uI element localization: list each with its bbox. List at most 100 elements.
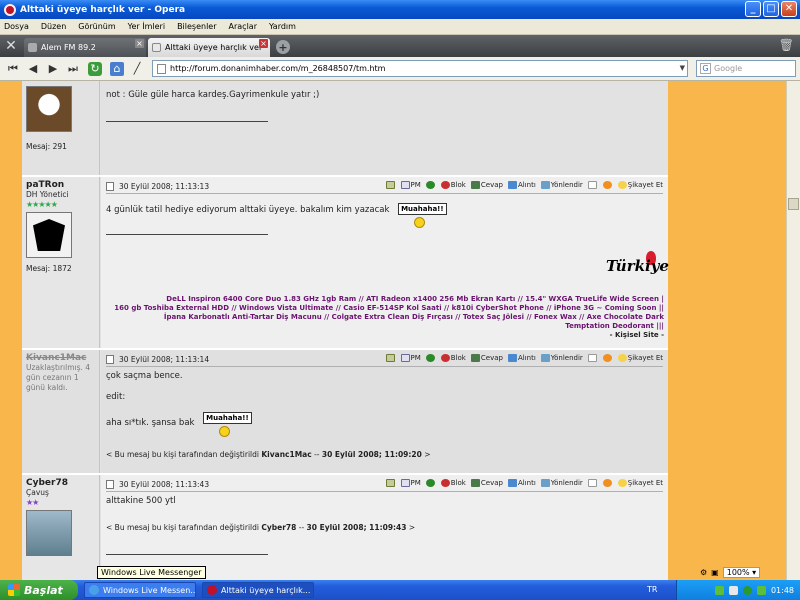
report-button[interactable]: Şikayet Et: [617, 181, 663, 189]
report-button[interactable]: Şikayet Et: [617, 354, 663, 362]
tab-alttaki-uyeye[interactable]: Alttaki üyeye harçlık ver ×: [148, 38, 270, 57]
page-button[interactable]: [587, 479, 598, 487]
muahaha-smiley-icon: Muahaha!!: [203, 412, 252, 437]
forward-icon: [540, 479, 550, 487]
forum-post: Mesaj: 291 not : Güle güle harca kardeş.…: [22, 81, 668, 175]
warn-button[interactable]: [602, 479, 613, 487]
forward-button[interactable]: Yönlendir: [540, 354, 583, 362]
tab-close-icon[interactable]: ×: [135, 39, 144, 48]
tools-icon[interactable]: ✕: [0, 35, 22, 57]
volume-icon[interactable]: [728, 585, 738, 595]
user-title: Çavuş: [26, 488, 49, 497]
search-input[interactable]: G Google: [696, 60, 796, 77]
menu-dosya[interactable]: Dosya: [4, 22, 29, 31]
username[interactable]: paTRon: [26, 180, 95, 190]
pm-button[interactable]: PM: [400, 181, 421, 189]
message-count: Mesaj: 1872: [26, 264, 72, 273]
reply-button[interactable]: Cevap: [470, 354, 503, 362]
close-button[interactable]: ✕: [781, 1, 797, 17]
new-tab-button[interactable]: +: [276, 40, 290, 54]
pm-button[interactable]: PM: [400, 354, 421, 362]
quote-button[interactable]: Alıntı: [507, 181, 536, 189]
report-button[interactable]: Şikayet Et: [617, 479, 663, 487]
back-icon[interactable]: ◀: [24, 60, 42, 78]
user-column: Kivanc1Mac Uzaklaştırılmış. 4 gün cezanı…: [22, 350, 100, 473]
taskbar-item-opera[interactable]: Alttaki üyeye harçlık...: [202, 582, 314, 598]
quote-label: Alıntı: [517, 354, 536, 362]
warn-button[interactable]: [602, 181, 613, 189]
add-friend-button[interactable]: [425, 479, 436, 487]
minimize-button[interactable]: _: [745, 1, 761, 17]
edit-note-prefix: < Bu mesaj bu kişi tarafından değiştiril…: [106, 523, 262, 532]
block-button[interactable]: Blok: [440, 181, 466, 189]
block-button[interactable]: Blok: [440, 479, 466, 487]
autobot-logo-icon: [33, 219, 65, 251]
add-friend-button[interactable]: [425, 181, 436, 189]
post-text: çok saçma bence.: [106, 371, 183, 381]
reload-icon[interactable]: ↻: [88, 61, 102, 76]
forward-icon: [540, 181, 550, 189]
clock: 01:48: [770, 585, 794, 595]
language-indicator[interactable]: TR: [647, 585, 657, 594]
email-button[interactable]: [385, 354, 396, 362]
rewind-icon[interactable]: ⏮: [4, 60, 22, 78]
block-button[interactable]: Blok: [440, 354, 466, 362]
email-button[interactable]: [385, 479, 396, 487]
warn-button[interactable]: [602, 354, 613, 362]
page-button[interactable]: [587, 181, 598, 189]
add-friend-icon: [425, 181, 435, 189]
messenger-tray-icon[interactable]: [742, 585, 752, 595]
fast-forward-icon[interactable]: ⏭: [64, 60, 82, 78]
task-label: Windows Live Messen...: [103, 585, 196, 595]
menu-yer-imleri[interactable]: Yer İmleri: [128, 22, 165, 31]
panel-icon[interactable]: ⚙: [700, 568, 707, 577]
personal-site-link[interactable]: - Kişisel Site -: [104, 331, 664, 340]
forum-post: paTRon DH Yönetici ★★★★★ Mesaj: 1872 30 …: [22, 175, 669, 348]
home-icon[interactable]: ⌂: [110, 61, 124, 76]
view-icon[interactable]: ▣: [711, 568, 719, 577]
zoom-select[interactable]: 100% ▾: [722, 566, 761, 578]
taskbar-item-messenger[interactable]: Windows Live Messen...: [84, 582, 196, 598]
tab-close-icon[interactable]: ×: [259, 39, 268, 48]
reply-button[interactable]: Cevap: [470, 479, 503, 487]
vertical-scrollbar[interactable]: [786, 81, 800, 580]
maximize-button[interactable]: □: [763, 1, 779, 17]
page-favicon-icon: [152, 43, 161, 52]
pm-icon: [400, 181, 410, 189]
menu-bilesenler[interactable]: Bileşenler: [177, 22, 216, 31]
forward-button[interactable]: Yönlendir: [540, 181, 583, 189]
forward-button[interactable]: Yönlendir: [540, 479, 583, 487]
post-text: not : Güle güle harca kardeş.Gayrimenkul…: [106, 90, 320, 100]
scrollbar-thumb[interactable]: [788, 198, 799, 210]
navigation-bar: ⏮ ◀ ▶ ⏭ ↻ ⌂ ╱ http://forum.donanimhaber.…: [0, 57, 800, 81]
reply-button[interactable]: Cevap: [470, 181, 503, 189]
menu-gorunum[interactable]: Görünüm: [78, 22, 115, 31]
smiley-sign-text: Muahaha!!: [203, 412, 252, 424]
menu-duzen[interactable]: Düzen: [41, 22, 66, 31]
antivirus-icon[interactable]: [756, 585, 766, 595]
opera-icon: [4, 3, 16, 16]
post-icon: [106, 182, 114, 191]
forum-thread: Mesaj: 291 not : Güle güle harca kardeş.…: [22, 81, 669, 580]
wand-icon[interactable]: ╱: [128, 60, 146, 78]
network-icon[interactable]: [714, 585, 724, 595]
tab-alem-fm[interactable]: Alem FM 89.2 ×: [24, 38, 146, 57]
username[interactable]: Cyber78: [26, 478, 95, 488]
forum-post: Cyber78 Çavuş ★★ 30 Eylül 2008; 11:13:43…: [22, 473, 668, 580]
email-button[interactable]: [385, 181, 396, 189]
zoom-value: 100%: [726, 567, 750, 577]
edit-note: < Bu mesaj bu kişi tarafından değiştiril…: [106, 523, 663, 532]
menu-araclar[interactable]: Araçlar: [229, 22, 257, 31]
dropdown-arrow-icon[interactable]: ▼: [680, 64, 685, 72]
start-button[interactable]: Başlat: [0, 580, 78, 600]
add-friend-button[interactable]: [425, 354, 436, 362]
quote-button[interactable]: Alıntı: [507, 354, 536, 362]
trash-icon[interactable]: 🗑: [779, 38, 794, 52]
username[interactable]: Kivanc1Mac: [26, 353, 95, 363]
pm-button[interactable]: PM: [400, 479, 421, 487]
forward-icon[interactable]: ▶: [44, 60, 62, 78]
quote-button[interactable]: Alıntı: [507, 479, 536, 487]
address-bar[interactable]: http://forum.donanimhaber.com/m_26848507…: [152, 60, 688, 77]
page-button[interactable]: [587, 354, 598, 362]
menu-yardim[interactable]: Yardım: [269, 22, 296, 31]
